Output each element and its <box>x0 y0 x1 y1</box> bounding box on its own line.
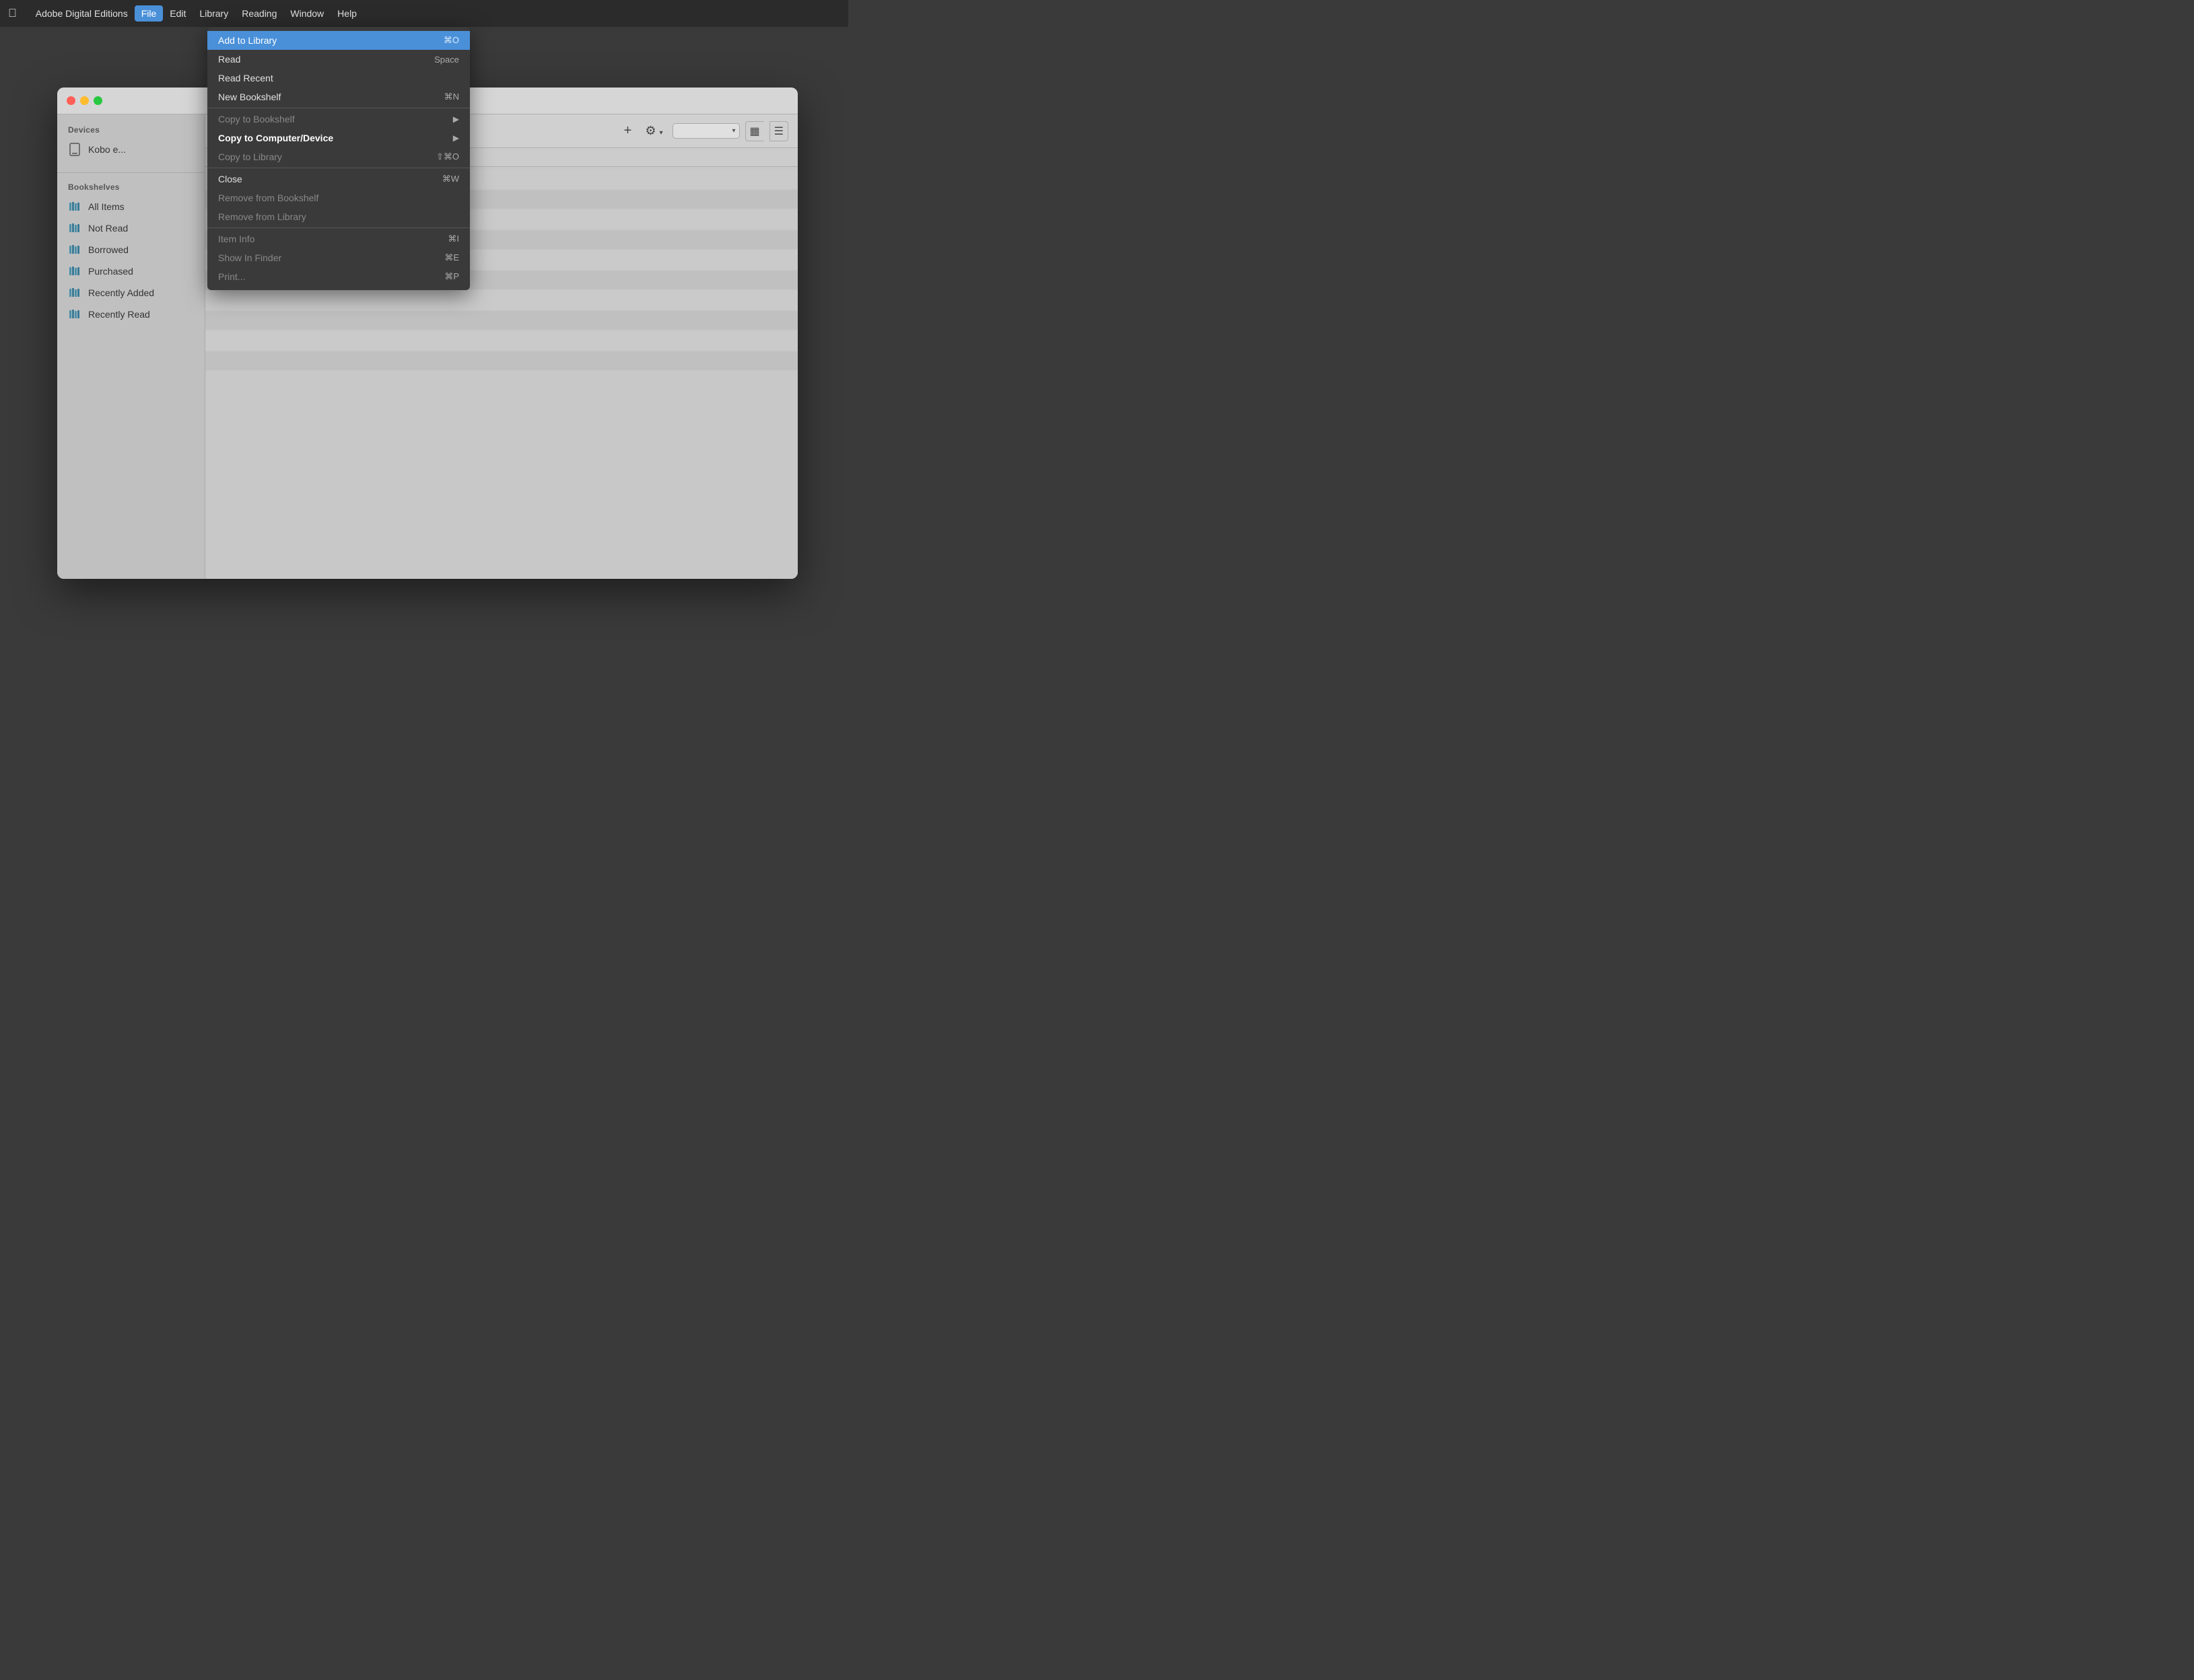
menu-item-copy-to-bookshelf[interactable]: Copy to Bookshelf ▶ <box>207 110 470 129</box>
close-label: Close <box>218 174 415 184</box>
copy-to-bookshelf-label: Copy to Bookshelf <box>218 114 449 125</box>
recently-read-label: Recently Read <box>88 309 150 320</box>
menu-item-read-recent[interactable]: Read Recent <box>207 69 470 88</box>
menu-item-print[interactable]: Print... ⌘P <box>207 267 470 286</box>
copy-device-arrow-icon: ▶ <box>453 133 459 143</box>
copy-to-library-shortcut: ⇧⌘O <box>436 151 459 162</box>
device-label: Kobo e... <box>88 144 126 155</box>
sort-dropdown-wrapper: ▾ <box>673 123 740 139</box>
recently-added-icon <box>68 286 81 300</box>
table-row <box>205 331 798 350</box>
item-info-shortcut: ⌘I <box>448 234 459 244</box>
sidebar-divider <box>57 172 205 173</box>
not-read-icon <box>68 221 81 235</box>
reading-menu-item[interactable]: Reading <box>235 5 283 22</box>
edit-menu-item[interactable]: Edit <box>163 5 193 22</box>
all-items-icon <box>68 200 81 213</box>
recently-read-icon <box>68 308 81 321</box>
borrowed-icon <box>68 243 81 256</box>
add-book-button[interactable]: + <box>620 120 636 141</box>
menu-section-3: Close ⌘W Remove from Bookshelf Remove fr… <box>207 168 470 228</box>
read-shortcut: Space <box>434 55 459 65</box>
menu-item-remove-library[interactable]: Remove from Library <box>207 207 470 226</box>
list-view-icon: ☰ <box>774 126 784 137</box>
print-shortcut: ⌘P <box>444 271 459 282</box>
sidebar-item-recently-read[interactable]: Recently Read <box>57 304 205 325</box>
gear-right-dropdown-arrow: ▾ <box>660 129 663 137</box>
sidebar-item-not-read[interactable]: Not Read <box>57 217 205 239</box>
grid-view-button[interactable]: ▦ <box>745 121 764 141</box>
app-name-menu[interactable]: Adobe Digital Editions <box>29 5 135 22</box>
gear-right-icon: ⚙ <box>645 124 656 137</box>
table-row <box>205 291 798 310</box>
purchased-label: Purchased <box>88 266 133 277</box>
show-finder-label: Show In Finder <box>218 252 417 263</box>
grid-view-icon: ▦ <box>750 126 760 137</box>
menu-section-4: Item Info ⌘I Show In Finder ⌘E Print... … <box>207 228 470 287</box>
library-menu-item[interactable]: Library <box>193 5 235 22</box>
menu-item-add-to-library[interactable]: Add to Library ⌘O <box>207 31 470 50</box>
bookshelves-section-label: Bookshelves <box>57 182 205 196</box>
help-menu-item[interactable]: Help <box>331 5 364 22</box>
item-info-label: Item Info <box>218 234 421 244</box>
sidebar-bookshelves-section: Bookshelves All Items <box>57 182 205 325</box>
device-icon <box>68 143 81 156</box>
menu-item-show-finder[interactable]: Show In Finder ⌘E <box>207 248 470 267</box>
purchased-icon <box>68 265 81 278</box>
sort-dropdown[interactable] <box>673 123 740 139</box>
new-bookshelf-shortcut: ⌘N <box>444 92 459 102</box>
sidebar-item-recently-added[interactable]: Recently Added <box>57 282 205 304</box>
menu-item-copy-to-library[interactable]: Copy to Library ⇧⌘O <box>207 147 470 166</box>
recently-added-label: Recently Added <box>88 287 154 298</box>
read-recent-label: Read Recent <box>218 73 432 83</box>
close-shortcut: ⌘W <box>442 174 459 184</box>
borrowed-label: Borrowed <box>88 244 129 255</box>
menu-section-2: Copy to Bookshelf ▶ Copy to Computer/Dev… <box>207 108 470 168</box>
remove-bookshelf-label: Remove from Bookshelf <box>218 193 459 203</box>
file-dropdown-menu[interactable]: Add to Library ⌘O Read Space Read Recent… <box>207 27 470 290</box>
sidebar-devices-section: Devices Kobo e... <box>57 125 205 160</box>
add-to-library-shortcut: ⌘O <box>444 35 459 46</box>
sidebar-item-device[interactable]: Kobo e... <box>57 139 205 160</box>
remove-library-label: Remove from Library <box>218 211 459 222</box>
gear-right-button[interactable]: ⚙ ▾ <box>641 121 666 141</box>
sidebar: Devices Kobo e... Bookshelves <box>57 114 205 579</box>
menu-item-copy-to-device[interactable]: Copy to Computer/Device ▶ <box>207 129 470 147</box>
menu-item-read[interactable]: Read Space <box>207 50 470 69</box>
traffic-lights <box>67 96 102 105</box>
apple-logo-icon[interactable]:  <box>8 7 17 20</box>
list-view-button[interactable]: ☰ <box>769 121 788 141</box>
file-menu-item[interactable]: File <box>135 5 164 22</box>
minimize-window-button[interactable] <box>80 96 89 105</box>
copy-to-device-label: Copy to Computer/Device <box>218 133 449 143</box>
menu-section-1: Add to Library ⌘O Read Space Read Recent… <box>207 30 470 108</box>
copy-bookshelf-arrow-icon: ▶ <box>453 114 459 124</box>
menu-item-close[interactable]: Close ⌘W <box>207 170 470 188</box>
maximize-window-button[interactable] <box>94 96 102 105</box>
sidebar-item-all-items[interactable]: All Items <box>57 196 205 217</box>
copy-to-library-label: Copy to Library <box>218 151 409 162</box>
new-bookshelf-label: New Bookshelf <box>218 92 417 102</box>
devices-section-label: Devices <box>57 125 205 139</box>
menu-item-remove-bookshelf[interactable]: Remove from Bookshelf <box>207 188 470 207</box>
menu-item-new-bookshelf[interactable]: New Bookshelf ⌘N <box>207 88 470 106</box>
show-finder-shortcut: ⌘E <box>444 252 459 263</box>
print-label: Print... <box>218 271 417 282</box>
close-window-button[interactable] <box>67 96 75 105</box>
window-menu-item[interactable]: Window <box>283 5 331 22</box>
sidebar-item-borrowed[interactable]: Borrowed <box>57 239 205 260</box>
table-row <box>205 351 798 370</box>
menubar:  Adobe Digital Editions File Edit Libra… <box>0 0 848 27</box>
menu-item-item-info[interactable]: Item Info ⌘I <box>207 230 470 248</box>
sidebar-item-purchased[interactable]: Purchased <box>57 260 205 282</box>
not-read-label: Not Read <box>88 223 128 234</box>
table-row <box>205 311 798 330</box>
read-label: Read <box>218 54 407 65</box>
all-items-label: All Items <box>88 201 125 212</box>
add-to-library-label: Add to Library <box>218 35 417 46</box>
